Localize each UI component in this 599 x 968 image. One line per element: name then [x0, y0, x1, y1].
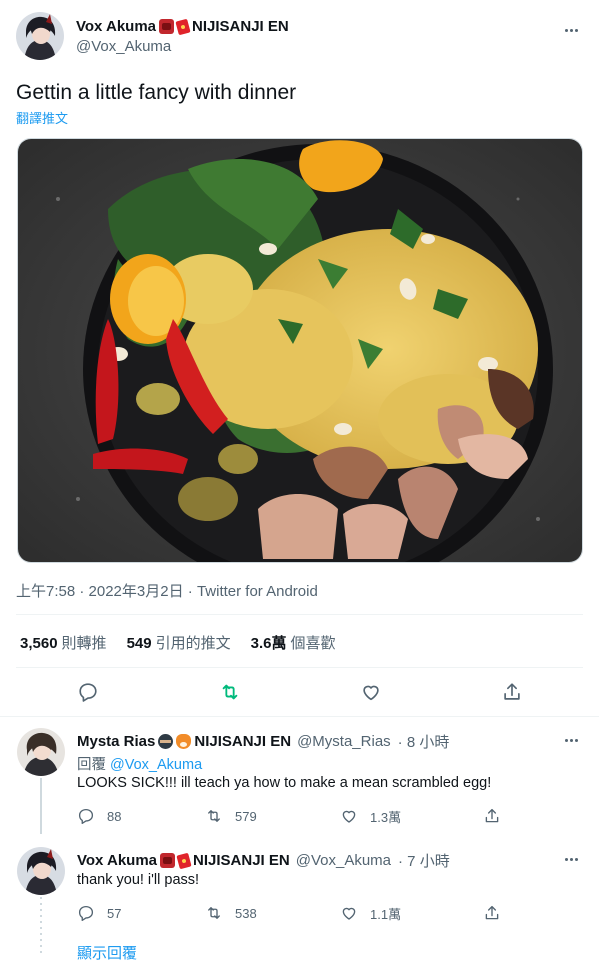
reply-author-handle[interactable]: @Vox_Akuma	[296, 852, 391, 869]
author-handle[interactable]: @Vox_Akuma	[76, 38, 171, 55]
retweet-icon	[208, 810, 220, 822]
divider	[16, 614, 583, 615]
more-icon[interactable]	[561, 20, 581, 40]
reply-button[interactable]: 57	[77, 903, 121, 923]
retweet-button[interactable]: 538	[205, 903, 257, 923]
tweet-header: Vox Akuma NIJISANJI EN @Vox_Akuma	[16, 12, 583, 60]
reply-avatar[interactable]	[17, 728, 65, 776]
red-envelope-emoji-icon	[175, 18, 191, 35]
retweet-button[interactable]: 579	[205, 806, 257, 826]
author-affiliation: NIJISANJI EN	[192, 18, 289, 35]
reply-item[interactable]: Mysta Rias NIJISANJI EN @Mysta_Rias · 8 …	[0, 716, 599, 841]
reply-actions: 57 538 1.1萬	[77, 903, 507, 923]
more-icon[interactable]	[561, 730, 581, 750]
reply-text: LOOKS SICK!!! ill teach ya how to make a…	[77, 775, 492, 791]
retweet-icon	[208, 907, 220, 919]
reply-author-affiliation: NIJISANJI EN	[194, 733, 292, 750]
like-button[interactable]: 1.1萬	[340, 903, 401, 923]
share-icon	[485, 905, 499, 920]
show-replies-link[interactable]: 顯示回覆	[77, 942, 137, 963]
reply-time[interactable]: · 7 小時	[398, 850, 450, 871]
translate-link[interactable]: 翻譯推文	[16, 108, 68, 127]
like-icon	[342, 907, 356, 920]
retweet-count: 579	[235, 808, 257, 824]
more-icon[interactable]	[561, 849, 581, 869]
quotes-stat[interactable]: 549 引用的推文	[127, 632, 231, 653]
tweet-text: Gettin a little fancy with dinner	[16, 81, 297, 104]
share-button[interactable]	[483, 806, 501, 826]
reply-icon[interactable]	[74, 678, 102, 706]
retweet-icon[interactable]	[216, 678, 244, 706]
author-name[interactable]: Vox Akuma	[76, 18, 156, 35]
like-count: 1.1萬	[370, 906, 402, 922]
retweets-stat[interactable]: 3,560 則轉推	[20, 632, 107, 653]
reply-actions: 88 579 1.3萬	[77, 806, 507, 826]
reply-count: 88	[107, 808, 122, 824]
share-button[interactable]	[483, 903, 501, 923]
author-avatar[interactable]	[16, 12, 64, 60]
share-icon[interactable]	[498, 678, 526, 706]
replying-to: 回覆 @Vox_Akuma	[77, 757, 203, 773]
retweet-count: 538	[235, 905, 257, 921]
reply-author-name[interactable]: Mysta Rias	[77, 733, 155, 750]
tweet-photo[interactable]	[17, 138, 583, 563]
author-name-line[interactable]: Vox Akuma NIJISANJI EN	[76, 18, 289, 35]
reply-button[interactable]: 88	[77, 806, 121, 826]
oni-emoji-icon	[160, 853, 176, 868]
reply-text: thank you! i'll pass!	[77, 872, 200, 888]
tweet-timestamp[interactable]: 上午7:58 · 2022年3月2日	[16, 583, 184, 600]
thread-line	[40, 778, 42, 834]
replying-to-handle[interactable]: @Vox_Akuma	[110, 757, 202, 773]
red-envelope-emoji-icon	[176, 852, 192, 869]
thread-dots	[40, 897, 42, 957]
reply-author-line[interactable]: Vox Akuma NIJISANJI EN @Vox_Akuma · 7 小時	[77, 850, 450, 871]
share-icon	[485, 808, 499, 823]
reply-author-handle[interactable]: @Mysta_Rias	[297, 733, 391, 750]
reply-author-line[interactable]: Mysta Rias NIJISANJI EN @Mysta_Rias · 8 …	[77, 731, 449, 752]
oni-emoji-icon	[159, 19, 175, 34]
divider	[16, 667, 583, 668]
ninja-emoji-icon	[158, 734, 174, 749]
reply-time[interactable]: · 8 小時	[398, 731, 450, 752]
reply-count: 57	[107, 905, 122, 921]
like-icon[interactable]	[357, 678, 385, 706]
reply-author-name[interactable]: Vox Akuma	[77, 852, 157, 869]
like-icon	[342, 810, 356, 823]
fox-emoji-icon	[176, 734, 192, 749]
like-count: 1.3萬	[370, 809, 402, 825]
tweet-source[interactable]: Twitter for Android	[197, 583, 318, 600]
reply-avatar[interactable]	[17, 847, 65, 895]
reply-icon	[78, 905, 94, 922]
like-button[interactable]: 1.3萬	[340, 806, 401, 826]
reply-icon	[78, 808, 94, 825]
tweet-stats: 3,560 則轉推 549 引用的推文 3.6萬 個喜歡	[20, 632, 335, 653]
reply-item[interactable]: Vox Akuma NIJISANJI EN @Vox_Akuma · 7 小時…	[0, 837, 599, 937]
tweet-actions	[16, 678, 583, 706]
likes-stat[interactable]: 3.6萬 個喜歡	[251, 632, 336, 653]
tweet-meta: 上午7:58 · 2022年3月2日 · Twitter for Android	[16, 583, 318, 600]
reply-author-affiliation: NIJISANJI EN	[193, 852, 290, 869]
